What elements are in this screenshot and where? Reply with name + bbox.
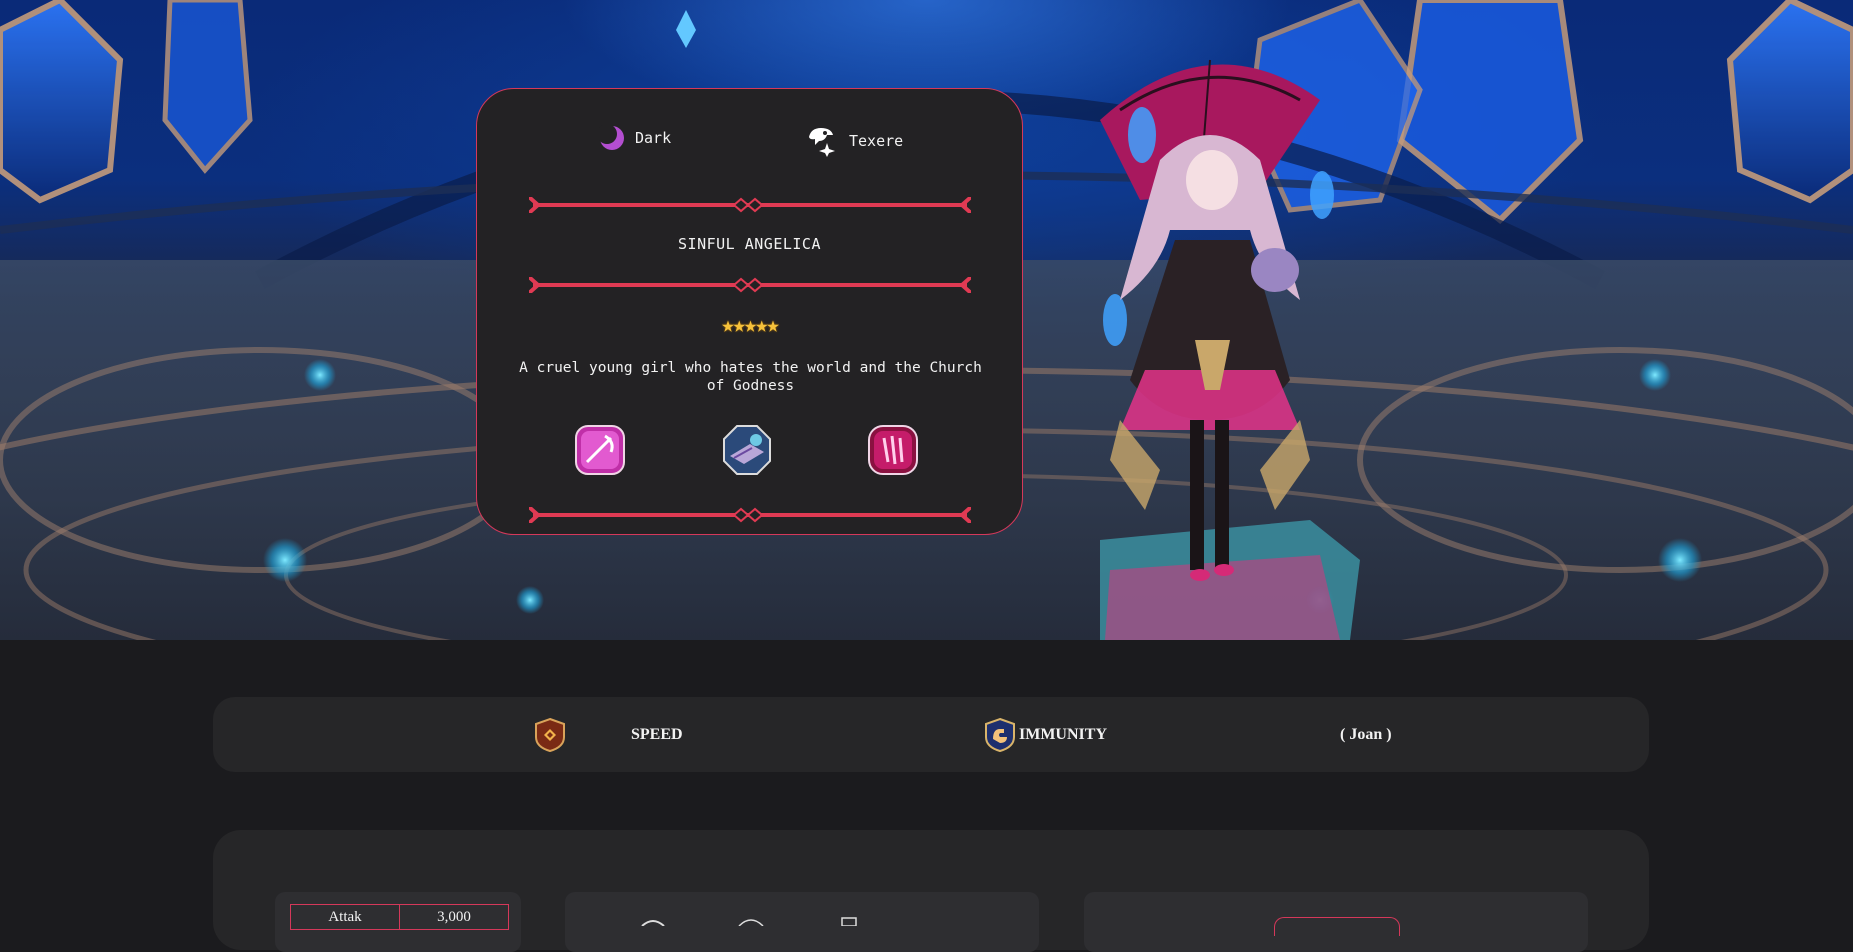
immunity-label: IMMUNITY — [1019, 725, 1107, 743]
character-description: A cruel young girl who hates the world a… — [519, 360, 982, 394]
gear-box — [565, 892, 1039, 952]
book-skill-icon[interactable] — [722, 424, 772, 476]
stat-label: Attak — [290, 904, 400, 930]
recommended-build-bar: SPEED IMMUNITY ( Joan ) — [213, 697, 1649, 772]
skill-build-box — [1084, 892, 1588, 952]
element-label: Dark — [635, 129, 672, 147]
ornament-divider-top — [529, 197, 971, 213]
stat-value: 3,000 — [399, 904, 509, 930]
claw-skill-icon[interactable] — [868, 424, 918, 476]
speed-label: SPEED — [631, 725, 683, 743]
speed-set — [533, 697, 567, 772]
dark-moon-icon — [599, 125, 624, 150]
artifact-label[interactable]: ( Joan ) — [1340, 697, 1392, 772]
tab-button[interactable] — [1274, 917, 1400, 936]
class-info: Texere — [805, 125, 903, 157]
character-portrait — [1100, 59, 1360, 640]
table-row: Attak 3,000 — [290, 904, 509, 930]
element-info: Dark — [599, 125, 671, 151]
speed-set-icon — [535, 717, 565, 752]
immunity-set-icon — [985, 717, 1015, 752]
weapon-icon — [641, 920, 665, 926]
character-name: SINFUL ANGELICA — [678, 235, 821, 253]
class-label: Texere — [849, 132, 904, 150]
stat-table: Attak 3,000 — [290, 904, 509, 930]
hero-info-card: Dark Texere SINFUL ANGELICA ★★★★★ A crue… — [476, 88, 1023, 535]
scythe-skill-icon[interactable] — [575, 424, 625, 476]
ornament-divider-bottom — [529, 507, 971, 523]
base-stats-box: Attak 3,000 — [275, 892, 521, 952]
armor-icon — [841, 917, 857, 926]
helmet-icon — [738, 919, 764, 926]
ornament-divider-middle — [529, 277, 971, 293]
immunity-set: IMMUNITY — [983, 697, 1107, 772]
star-rating: ★★★★★ — [721, 313, 779, 338]
stats-panel: Attak 3,000 — [213, 830, 1649, 952]
texere-class-icon — [809, 128, 835, 157]
